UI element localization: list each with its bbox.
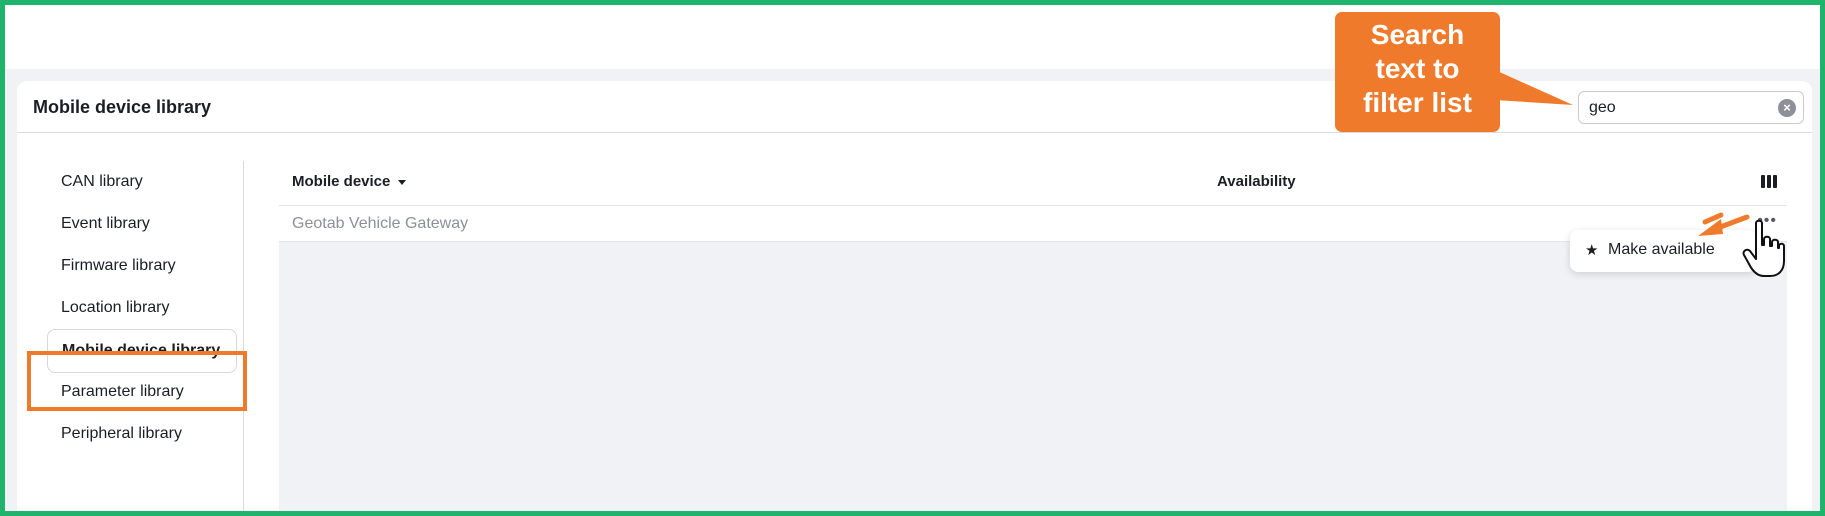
panel-header: Mobile device library geo × [17, 81, 1812, 133]
cell-mobile-device: Geotab Vehicle Gateway [292, 215, 469, 232]
table-row[interactable]: Geotab Vehicle Gateway ••• [279, 206, 1787, 242]
search-input-value[interactable]: geo [1589, 99, 1616, 117]
row-action-menu: ★ Make available [1570, 230, 1756, 272]
columns-icon[interactable] [1761, 175, 1777, 188]
sort-caret-icon[interactable] [398, 179, 407, 185]
callout-box: Search text to filter list [1335, 12, 1500, 132]
callout-line-1: Search [1370, 19, 1465, 50]
page-title: Mobile device library [33, 97, 212, 117]
sidebar-item-peripheral-library[interactable]: Peripheral library [47, 413, 237, 457]
sidebar-item-firmware-library[interactable]: Firmware library [47, 245, 237, 289]
table-empty-area [279, 242, 1787, 511]
callout-line-3: filter list [1363, 87, 1472, 118]
sidebar-item-can-library[interactable]: CAN library [47, 161, 237, 205]
screenshot-frame: Mobile device library geo × CAN library … [0, 0, 1825, 516]
search-input[interactable]: geo × [1578, 91, 1804, 124]
callout-line-2: text to [1375, 53, 1460, 84]
top-bar [5, 5, 1820, 69]
column-header-label: Mobile device [292, 173, 391, 190]
sidebar-item-event-library[interactable]: Event library [47, 203, 237, 247]
column-header-availability[interactable]: Availability [1217, 173, 1296, 190]
device-table: Mobile device Availability Geotab Vehicl… [267, 161, 1787, 511]
library-sidebar: CAN library Event library Firmware libra… [17, 161, 244, 511]
sidebar-item-location-library[interactable]: Location library [47, 287, 237, 331]
library-panel: Mobile device library geo × CAN library … [17, 81, 1812, 511]
highlight-box [27, 351, 247, 411]
column-header-mobile-device[interactable]: Mobile device [292, 173, 407, 190]
hand-cursor-icon [1742, 219, 1785, 277]
make-available-menu-item[interactable]: Make available [1608, 241, 1715, 259]
clear-icon[interactable]: × [1778, 99, 1796, 117]
star-icon: ★ [1585, 242, 1599, 259]
